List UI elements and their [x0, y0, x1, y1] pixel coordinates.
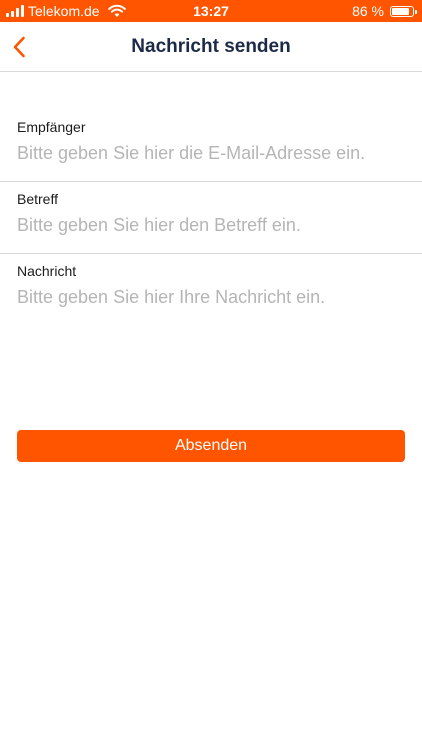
- status-bar: Telekom.de 13:27 86 %: [0, 0, 422, 22]
- subject-input[interactable]: [17, 215, 407, 236]
- page-title: Nachricht senden: [131, 36, 291, 57]
- navigation-bar: Nachricht senden: [0, 22, 422, 72]
- subject-label: Betreff: [17, 191, 58, 207]
- recipient-label: Empfänger: [17, 119, 86, 135]
- message-form: Empfänger Betreff Nachricht: [0, 110, 422, 377]
- battery-fill: [392, 7, 410, 15]
- subject-field-group: Betreff: [0, 182, 422, 254]
- message-label: Nachricht: [17, 263, 77, 279]
- status-right: 86 %: [352, 3, 417, 19]
- message-input[interactable]: [17, 287, 407, 377]
- send-button[interactable]: Absenden: [17, 430, 405, 462]
- battery-percent: 86 %: [352, 3, 384, 19]
- recipient-field-group: Empfänger: [0, 110, 422, 182]
- recipient-input[interactable]: [17, 143, 407, 164]
- battery-icon: [390, 5, 417, 17]
- message-field-group: Nachricht: [0, 254, 422, 377]
